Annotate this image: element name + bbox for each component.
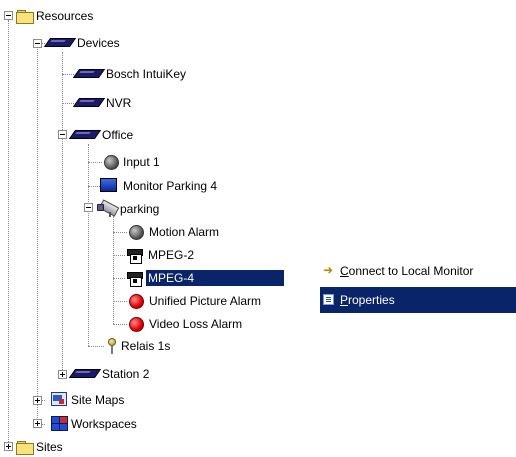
tree-node-mpeg-2[interactable]: MPEG-2 [126,245,196,265]
tree-line [8,20,9,446]
tree-node-station-2[interactable]: Station 2 [68,364,151,384]
expand-station-2-toggle[interactable] [58,370,67,379]
resource-tree: Resources Devices Bosch IntuiKey NVR Off… [0,0,516,457]
tree-node-label: Bosch IntuiKey [106,67,187,81]
workspace-icon [51,416,69,432]
tree-node-parking[interactable]: parking [96,199,161,219]
tree-node-relais-1s[interactable]: Relais 1s [105,336,172,356]
tree-node-label: NVR [106,96,132,110]
alarm-icon [129,293,144,309]
connect-arrow-icon: ➜ [323,263,334,277]
tree-node-label: Monitor Parking 4 [123,179,218,193]
context-menu: ➜ Connect to Local Monitor Properties [320,258,516,314]
tree-node-devices[interactable]: Devices [43,33,122,53]
tree-line [113,232,127,233]
tree-line [88,144,89,346]
expand-sites-toggle[interactable] [4,442,13,451]
device-icon [68,368,102,380]
tree-node-site-maps[interactable]: Site Maps [51,390,126,410]
tree-node-label: Input 1 [123,155,160,169]
tree-node-nvr[interactable]: NVR [72,93,133,113]
tree-node-office[interactable]: Office [68,125,135,145]
folder-icon [16,9,34,24]
alarm-icon [129,316,144,332]
tree-node-label: Site Maps [71,393,125,407]
tree-node-label: parking [120,202,160,216]
device-icon [72,97,106,109]
menu-item-text: roperties [348,293,395,307]
tree-node-mpeg-4[interactable]: MPEG-4 [126,268,285,288]
tree-line [88,186,100,187]
tree-node-sites[interactable]: Sites [16,437,65,457]
tree-node-label: Workspaces [71,417,137,431]
tree-node-video-loss-alarm[interactable]: Video Loss Alarm [129,314,244,334]
tree-node-workspaces[interactable]: Workspaces [51,414,139,434]
collapse-devices-toggle[interactable] [33,39,42,48]
device-icon [72,68,106,80]
device-icon [43,37,77,49]
menu-item-properties[interactable]: Properties [320,287,516,313]
tree-node-resources[interactable]: Resources [16,6,95,26]
expand-workspaces-toggle[interactable] [33,419,42,428]
accelerator-key: P [340,293,349,307]
tree-line [37,46,38,424]
tree-line [88,162,102,163]
menu-item-label: Connect to Local Monitor [340,264,473,278]
collapse-resources-toggle[interactable] [4,11,13,20]
alarm-icon [129,224,144,240]
input-icon [104,154,119,170]
tree-node-label: Devices [77,36,120,50]
tree-line [62,52,63,376]
tree-node-label: Motion Alarm [149,225,220,239]
tree-node-motion-alarm[interactable]: Motion Alarm [129,222,221,242]
site-map-icon [51,392,69,408]
tree-node-label: MPEG-2 [148,248,195,262]
expand-site-maps-toggle[interactable] [33,396,42,405]
tree-node-label: Office [102,128,134,142]
encoder-icon [126,270,146,287]
tree-line [113,301,127,302]
tree-node-monitor-parking-4[interactable]: Monitor Parking 4 [100,176,219,196]
tree-node-bosch-intuikey[interactable]: Bosch IntuiKey [72,64,188,84]
tree-node-label: MPEG-4 [146,270,285,286]
tree-line [113,278,125,279]
tree-node-input-1[interactable]: Input 1 [104,152,162,172]
tree-line [88,346,104,347]
tree-node-label: Station 2 [102,367,150,381]
monitor-icon [100,178,118,194]
encoder-icon [126,247,146,264]
tree-line [113,255,125,256]
menu-item-label: Properties [340,293,395,307]
collapse-office-toggle[interactable] [58,130,67,139]
menu-item-connect-to-local-monitor[interactable]: ➜ Connect to Local Monitor [320,258,516,284]
properties-icon [323,294,334,305]
tree-node-unified-picture-alarm[interactable]: Unified Picture Alarm [129,291,263,311]
tree-line [113,324,127,325]
tree-node-label: Video Loss Alarm [149,317,243,331]
device-icon [68,129,102,141]
relay-icon [105,337,119,355]
menu-item-text: onnect to Local Monitor [348,264,474,278]
accelerator-key: C [340,264,349,278]
tree-node-label: Sites [36,440,63,454]
folder-icon [16,440,34,455]
tree-node-label: Relais 1s [121,339,171,353]
tree-node-label: Unified Picture Alarm [149,294,262,308]
tree-node-label: Resources [36,9,94,23]
camera-icon [96,199,120,218]
collapse-parking-toggle[interactable] [84,203,93,212]
